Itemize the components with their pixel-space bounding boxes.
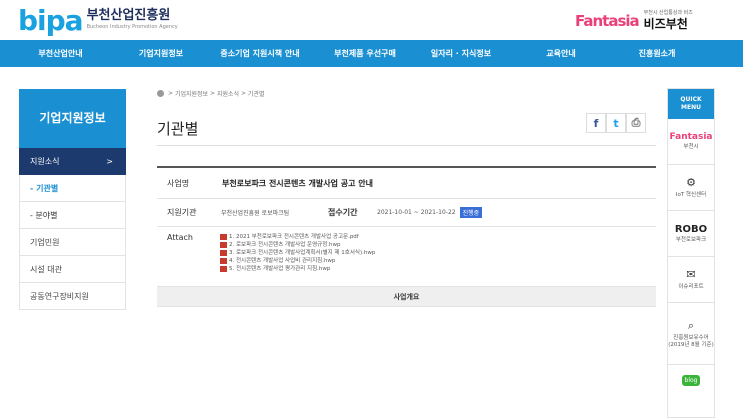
- sidebar: 기업지원정보 지원소식 > - 기관별 - 분야별 기업민원 시설 대관 공동연…: [19, 89, 126, 310]
- nav-item-sme-policy[interactable]: 중소기업 지원시책 안내: [201, 40, 319, 67]
- status-badge: 진행중: [459, 207, 483, 218]
- print-icon[interactable]: ⎙: [626, 113, 646, 133]
- breadcrumb-item-current: 기관별: [247, 91, 265, 98]
- quick-item-label: 진흥원보유수어 (2019년 8월 기준): [668, 334, 714, 348]
- nav-item-education[interactable]: 교육안내: [511, 40, 611, 67]
- attachment-name: 4. 전시콘텐츠 개발사업 사업비 관리지침.hwp: [229, 258, 336, 264]
- attachment-link[interactable]: 4. 전시콘텐츠 개발사업 사업비 관리지침.hwp: [220, 257, 375, 265]
- breadcrumb-separator: >: [168, 90, 174, 97]
- quick-item-label: 부천시: [683, 144, 699, 150]
- blog-icon: blog: [681, 374, 701, 386]
- biz-bucheon-title: 비즈부천: [643, 17, 688, 31]
- attachment-link[interactable]: 2. 로보파크 전시콘텐츠 개발사업 운영규정.hwp: [220, 241, 375, 249]
- logo-korean-name: 부천산업진흥원: [86, 8, 171, 23]
- nav-item-industry-info[interactable]: 부천산업안내: [0, 40, 121, 67]
- file-icon: [220, 234, 227, 240]
- share-buttons: f t ⎙: [586, 113, 646, 133]
- attachment-link[interactable]: 1. 2021 부천로보파크 전시콘텐츠 개발사업 공고문.pdf: [220, 233, 375, 241]
- fantasia-icon: Fantasia: [669, 132, 713, 142]
- logo-mark: bipa: [18, 4, 84, 37]
- file-icon: [220, 266, 227, 272]
- search-icon: ⌕: [687, 318, 695, 332]
- org-value: 부천산업진흥원 로보파크팀: [221, 210, 290, 217]
- period-value: 2021-10-01 ~ 2021-10-22: [377, 209, 456, 216]
- top-header: bipa 부천산업진흥원 Bucheon Industry Promotion …: [0, 0, 743, 40]
- attachment-name: 5. 전시콘텐츠 개발사업 평가관리 지침.hwp: [229, 266, 331, 272]
- robo-icon: ROBO: [674, 223, 708, 235]
- sidebar-item-civil-affairs[interactable]: 기업민원: [19, 229, 126, 256]
- overview-section-header: 사업개요: [157, 287, 656, 307]
- logo-english-name: Bucheon Industry Promotion Agency: [86, 24, 178, 30]
- file-icon: [220, 250, 227, 256]
- attachment-name: 3. 로보파크 전시콘텐츠 개발사업계획서(별지 제 1호서식).hwp: [229, 250, 376, 256]
- attachment-name: 1. 2021 부천로보파크 전시콘텐츠 개발사업 공고문.pdf: [229, 234, 359, 240]
- file-icon: [220, 258, 227, 264]
- org-label: 지원기관: [167, 208, 197, 217]
- fantasia-logo: Fantasia: [575, 11, 640, 30]
- quick-item-label: 부천로보파크: [675, 236, 707, 243]
- home-icon[interactable]: [157, 90, 164, 97]
- quick-item-issue-report[interactable]: ✉ 이슈리포트: [668, 257, 714, 303]
- breadcrumb-separator: >: [210, 90, 216, 97]
- quick-item-bucheon[interactable]: Fantasia 부천시: [668, 119, 714, 165]
- quick-menu-title-line: QUICK: [680, 96, 702, 103]
- quick-item-label: IoT 혁신센터: [675, 192, 707, 198]
- twitter-icon[interactable]: t: [606, 113, 626, 133]
- quick-menu-title: QUICK MENU: [668, 89, 714, 119]
- nav-item-support-info[interactable]: 기업지원정보: [121, 40, 201, 67]
- quick-item-iot[interactable]: ⚙ IoT 혁신센터: [668, 165, 714, 211]
- nav-item-jobs[interactable]: 일자리 · 지식정보: [411, 40, 511, 67]
- facebook-icon[interactable]: f: [586, 113, 606, 133]
- file-icon: [220, 242, 227, 248]
- nav-item-about[interactable]: 진흥원소개: [611, 40, 703, 67]
- breadcrumb-item[interactable]: 지원소식: [217, 89, 239, 98]
- nav-item-priority-purchase[interactable]: 부천제품 우선구매: [319, 40, 411, 67]
- quick-item-blog[interactable]: blog: [668, 365, 714, 395]
- biz-bucheon-logo[interactable]: Fantasia 부천시 산업통상과 비즈 비즈부천: [575, 10, 693, 31]
- quick-item-robopark[interactable]: ROBO 부천로보파크: [668, 211, 714, 257]
- biz-bucheon-subtitle: 부천시 산업통상과 비즈: [643, 10, 693, 16]
- iot-icon: ⚙: [686, 176, 696, 189]
- quick-menu-title-line: MENU: [681, 104, 701, 111]
- breadcrumb-item[interactable]: 기업지원정보: [175, 89, 208, 98]
- page-title: 기관별: [157, 120, 199, 138]
- sidebar-item-research-equipment[interactable]: 공동연구장비지원: [19, 283, 126, 310]
- sidebar-title: 기업지원정보: [19, 89, 126, 148]
- attach-label: Attach: [167, 233, 193, 242]
- attachment-link[interactable]: 3. 로보파크 전시콘텐츠 개발사업계획서(별지 제 1호서식).hwp: [220, 249, 375, 257]
- sidebar-item-label: 지원소식: [30, 157, 60, 166]
- main-nav: 부천산업안내 기업지원정보 중소기업 지원시책 안내 부천제품 우선구매 일자리…: [0, 40, 743, 67]
- table-row-subject: 사업명 부천로보파크 전시콘텐츠 개발사업 공고 안내: [157, 168, 656, 199]
- table-row-org: 지원기관 부천산업진흥원 로보파크팀 접수기간 2021-10-01 ~ 202…: [157, 199, 656, 227]
- breadcrumb: > 기업지원정보 > 지원소식 > 기관별: [157, 89, 264, 98]
- breadcrumb-separator: >: [240, 90, 246, 97]
- subject-value: 부천로보파크 전시콘텐츠 개발사업 공고 안내: [222, 178, 373, 188]
- sidebar-item-facility-rental[interactable]: 시설 대관: [19, 256, 126, 283]
- quick-item-search[interactable]: ⌕ 진흥원보유수어 (2019년 8월 기준): [668, 303, 714, 365]
- quick-item-label: 이슈리포트: [678, 284, 704, 290]
- attachment-list: 1. 2021 부천로보파크 전시콘텐츠 개발사업 공고문.pdf 2. 로보파…: [212, 227, 375, 286]
- sidebar-item-by-field[interactable]: - 분야별: [19, 202, 126, 229]
- table-row-attach: Attach 1. 2021 부천로보파크 전시콘텐츠 개발사업 공고문.pdf…: [157, 227, 656, 287]
- mail-icon: ✉: [686, 268, 696, 281]
- subject-label: 사업명: [167, 178, 190, 188]
- post-detail-table: 사업명 부천로보파크 전시콘텐츠 개발사업 공고 안내 지원기관 부천산업진흥원…: [157, 166, 656, 307]
- bipa-logo[interactable]: bipa 부천산업진흥원 Bucheon Industry Promotion …: [18, 4, 178, 37]
- sidebar-item-support-news[interactable]: 지원소식 >: [19, 148, 126, 175]
- attachment-link[interactable]: 5. 전시콘텐츠 개발사업 평가관리 지침.hwp: [220, 265, 375, 273]
- chevron-right-icon: >: [106, 157, 113, 166]
- quick-menu: QUICK MENU Fantasia 부천시 ⚙ IoT 혁신센터 ROBO …: [667, 88, 715, 418]
- sidebar-item-by-agency[interactable]: - 기관별: [19, 175, 126, 202]
- period-label: 접수기간: [328, 208, 358, 217]
- attachment-name: 2. 로보파크 전시콘텐츠 개발사업 운영규정.hwp: [229, 242, 341, 248]
- title-divider: [157, 145, 656, 146]
